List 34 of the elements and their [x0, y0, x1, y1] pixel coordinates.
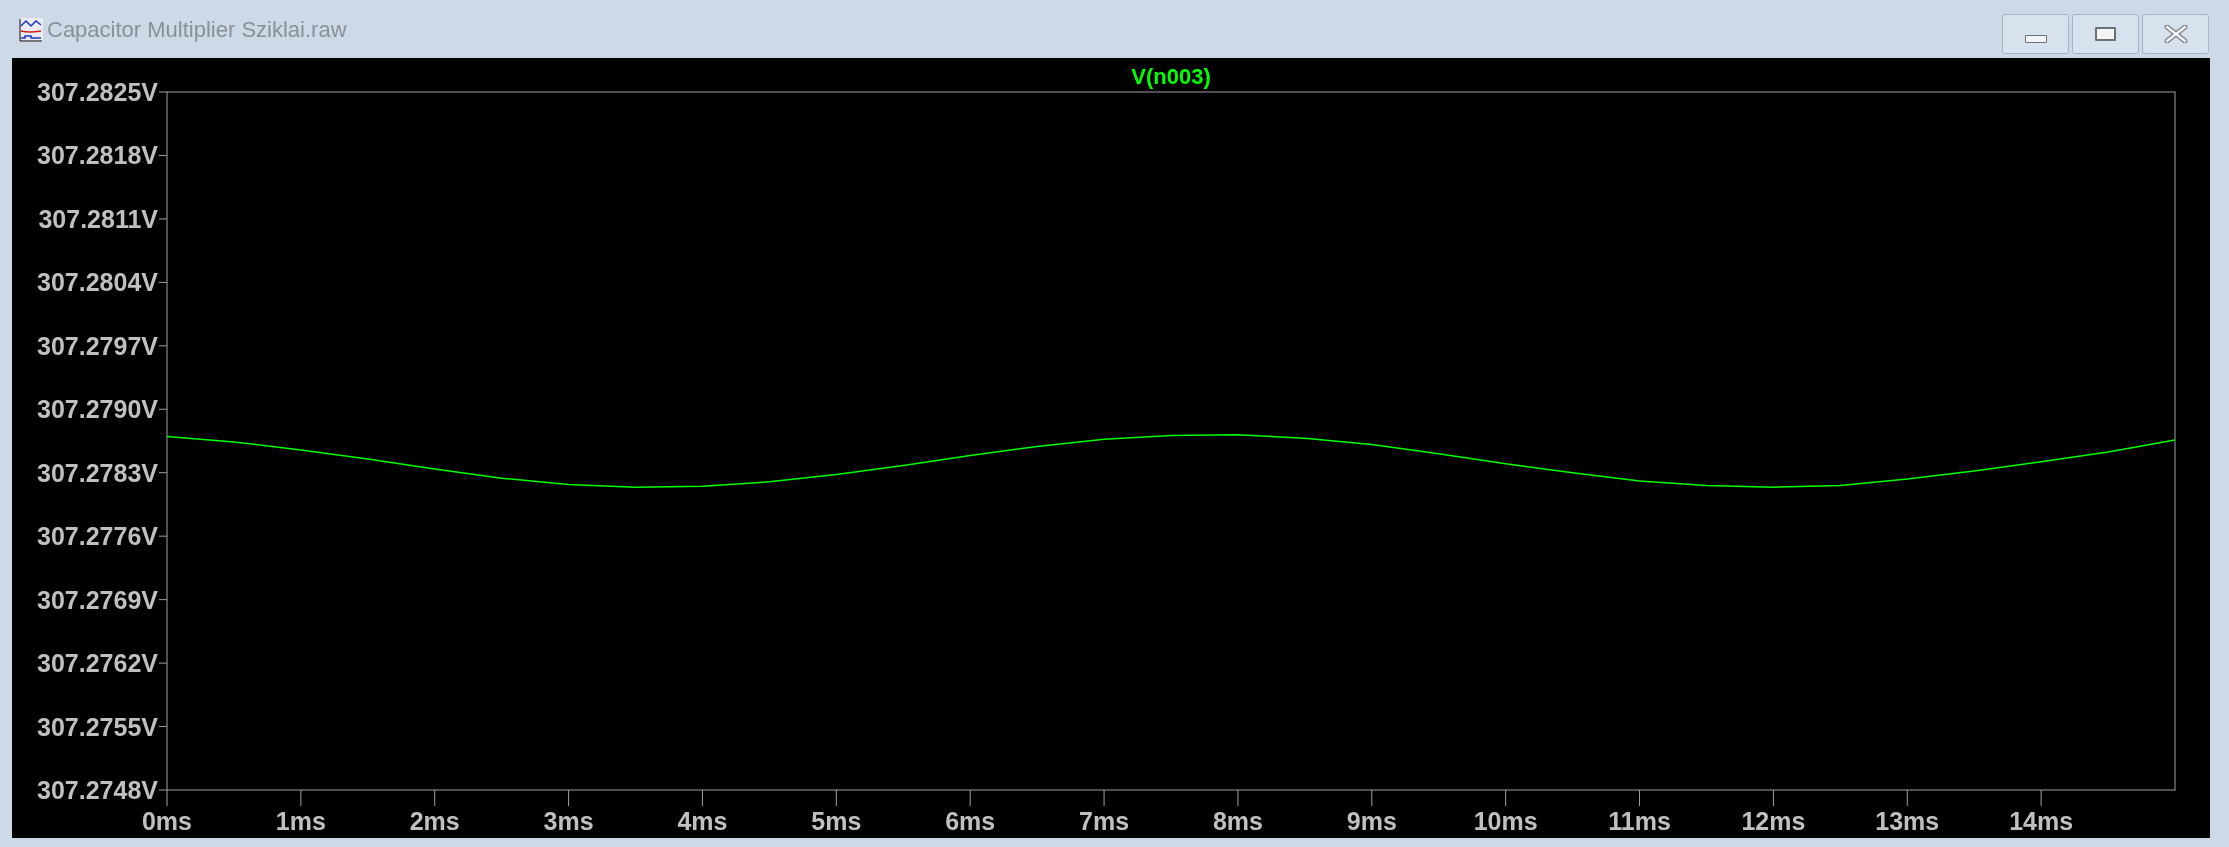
x-axis-label: 9ms — [1346, 807, 1397, 835]
close-button[interactable] — [2142, 14, 2209, 54]
x-axis-label: 1ms — [275, 807, 326, 835]
x-axis-label: 0ms — [142, 807, 192, 835]
y-axis-label: 307.2818V — [37, 141, 158, 170]
y-axis-label: 307.2790V — [37, 395, 158, 424]
y-axis-label: 307.2825V — [37, 78, 158, 106]
y-axis-label: 307.2797V — [37, 331, 158, 360]
x-axis-label: 2ms — [409, 807, 460, 835]
y-axis-label: 307.2783V — [37, 458, 158, 487]
y-axis-label: 307.2811V — [38, 204, 158, 233]
x-axis-label: 14ms — [2009, 807, 2074, 835]
x-axis-label: 4ms — [677, 807, 728, 835]
x-axis-label: 13ms — [1875, 807, 1940, 835]
y-axis-label: 307.2762V — [37, 649, 158, 678]
graph-icon — [19, 18, 43, 42]
x-axis-label: 3ms — [543, 807, 594, 835]
y-axis-label: 307.2748V — [37, 776, 158, 804]
minimize-button[interactable] — [2002, 14, 2069, 54]
x-axis-label: 7ms — [1079, 807, 1130, 835]
y-axis-label: 307.2804V — [37, 268, 158, 297]
x-axis-label: 8ms — [1212, 807, 1263, 835]
x-axis-label: 11ms — [1608, 807, 1671, 835]
x-axis-label: 12ms — [1741, 807, 1806, 835]
x-axis-label: 10ms — [1473, 807, 1538, 835]
close-icon — [2163, 25, 2188, 43]
window-title: Capacitor Multiplier Sziklai.raw — [47, 19, 347, 41]
y-axis-label: 307.2769V — [37, 585, 158, 614]
trace-name: V(n003) — [1131, 64, 1211, 89]
y-axis-label: 307.2776V — [37, 522, 158, 551]
y-axis-label: 307.2755V — [37, 712, 158, 741]
x-axis-label: 5ms — [811, 807, 862, 835]
maximize-button[interactable] — [2072, 14, 2139, 54]
x-axis-label: 6ms — [945, 807, 996, 835]
